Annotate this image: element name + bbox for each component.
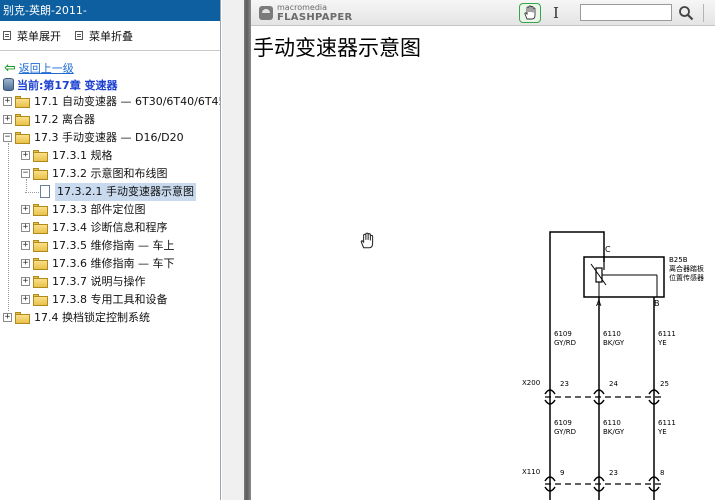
brand-small: macromedia — [277, 3, 328, 12]
database-icon — [3, 78, 14, 91]
collapse-icon[interactable]: − — [3, 133, 12, 142]
folder-icon — [33, 150, 48, 162]
list-icon — [75, 31, 83, 40]
expand-icon[interactable]: + — [3, 97, 12, 106]
expand-all-label: 菜单展开 — [17, 29, 61, 43]
tree-item-label: 17.3.4 诊断信息和程序 — [52, 221, 168, 234]
magnifier-icon — [679, 6, 694, 21]
folder-icon — [15, 312, 30, 324]
tree-item[interactable]: +17.3.6 维修指南 — 车下 — [0, 255, 220, 273]
tree-item-label: 17.3.3 部件定位图 — [52, 203, 146, 216]
search-input[interactable] — [580, 4, 672, 21]
expand-icon[interactable]: + — [21, 205, 30, 214]
pane-splitter[interactable] — [244, 0, 251, 500]
tree-item-label: 17.3.6 维修指南 — 车下 — [52, 257, 175, 270]
folder-icon — [33, 204, 48, 216]
folder-icon — [15, 96, 30, 108]
expand-icon[interactable]: + — [21, 151, 30, 160]
expand-icon[interactable]: + — [3, 313, 12, 322]
text-select-tool[interactable]: I — [551, 5, 561, 21]
chapter-tree: +17.1 自动变速器 — 6T30/6T40/6T45 +17.2 离合器 −17… — [0, 93, 220, 327]
flashpaper-logo: macromedia FLASHPAPER — [259, 3, 359, 23]
current-chapter-label: 当前:第17章 变速器 — [17, 78, 118, 92]
open-folder-icon — [15, 132, 30, 144]
back-arrow-icon: ⇦ — [4, 59, 16, 76]
tree-item-label: 17.3.1 规格 — [52, 149, 113, 162]
tree-item[interactable]: 17.3.2.1 手动变速器示意图 — [0, 183, 220, 201]
tree-item[interactable]: +17.3.1 规格 — [0, 147, 220, 165]
folder-icon — [15, 114, 30, 126]
tree-item[interactable]: +17.3.7 说明与操作 — [0, 273, 220, 291]
document-viewer: macromedia FLASHPAPER I 手动变速器示意图 — [251, 0, 715, 500]
expand-icon[interactable]: + — [21, 259, 30, 268]
tree-item[interactable]: +17.3.5 维修指南 — 车上 — [0, 237, 220, 255]
list-icon — [3, 31, 11, 40]
expand-icon[interactable]: + — [21, 241, 30, 250]
tree-item-label: 17.3.7 说明与操作 — [52, 275, 146, 288]
text-cursor-icon: I — [553, 4, 559, 22]
expand-icon[interactable]: + — [3, 115, 12, 124]
expand-all-button[interactable]: 菜单展开 — [3, 28, 61, 44]
pan-cursor-icon — [358, 232, 376, 250]
collapse-all-label: 菜单折叠 — [89, 29, 133, 43]
tree-item-label: 17.3.8 专用工具和设备 — [52, 293, 168, 306]
tree-item-label: 17.3.2 示意图和布线图 — [52, 167, 168, 180]
viewer-toolbar: macromedia FLASHPAPER I — [251, 0, 715, 26]
hand-icon — [524, 5, 536, 20]
tree-item[interactable]: +17.3.3 部件定位图 — [0, 201, 220, 219]
expand-icon[interactable]: + — [21, 223, 30, 232]
expand-icon[interactable]: + — [21, 295, 30, 304]
back-link[interactable]: ⇦ 返回上一级 — [0, 59, 220, 76]
nav-title: 别克-英朗-2011- — [0, 0, 220, 21]
folder-icon — [33, 222, 48, 234]
tree-item-label: 17.1 自动变速器 — 6T30/6T40/6T45 — [34, 95, 221, 108]
collapse-all-button[interactable]: 菜单折叠 — [75, 28, 133, 44]
page-icon — [40, 185, 50, 198]
tree-item[interactable]: +17.3.8 专用工具和设备 — [0, 291, 220, 309]
expand-icon[interactable]: + — [21, 277, 30, 286]
tree-connector — [25, 192, 41, 193]
tree-item[interactable]: +17.1 自动变速器 — 6T30/6T40/6T45 — [0, 93, 220, 111]
tree-item[interactable]: +17.2 离合器 — [0, 111, 220, 129]
tree-item-label: 17.3.2.1 手动变速器示意图 — [55, 183, 196, 201]
tree-item[interactable]: − 17.3 手动变速器 — D16/D20 — [0, 129, 220, 147]
search-button[interactable] — [677, 4, 695, 22]
tree-guide — [26, 179, 27, 193]
folder-icon — [33, 240, 48, 252]
hand-tool-button[interactable] — [519, 3, 541, 23]
tree-guide — [8, 143, 9, 311]
tree-item[interactable]: +17.3.4 诊断信息和程序 — [0, 219, 220, 237]
back-link-label: 返回上一级 — [18, 61, 74, 75]
tree-item-label: 17.4 换档锁定控制系统 — [34, 311, 150, 324]
current-chapter: 当前:第17章 变速器 — [0, 76, 220, 93]
folder-icon — [33, 294, 48, 306]
folder-icon — [33, 276, 48, 288]
folder-icon — [33, 258, 48, 270]
macromedia-logo-icon — [259, 6, 273, 20]
brand-big: FLASHPAPER — [277, 12, 353, 23]
tree-item[interactable]: +17.4 换档锁定控制系统 — [0, 309, 220, 327]
toolbar-divider — [703, 4, 704, 22]
tree-item[interactable]: − 17.3.2 示意图和布线图 — [0, 165, 220, 183]
tree-item-label: 17.3 手动变速器 — D16/D20 — [34, 131, 184, 144]
document-title: 手动变速器示意图 — [253, 36, 421, 60]
tree-item-label: 17.3.5 维修指南 — 车上 — [52, 239, 175, 252]
tree-item-label: 17.2 离合器 — [34, 113, 95, 126]
menu-actions: 菜单展开 菜单折叠 — [0, 21, 220, 51]
open-folder-icon — [33, 168, 48, 180]
pane-gutter — [222, 0, 244, 500]
navigation-pane: 别克-英朗-2011- 菜单展开 菜单折叠 ⇦ 返回上一级 当前:第17章 变速… — [0, 0, 221, 500]
collapse-icon[interactable]: − — [21, 169, 30, 178]
